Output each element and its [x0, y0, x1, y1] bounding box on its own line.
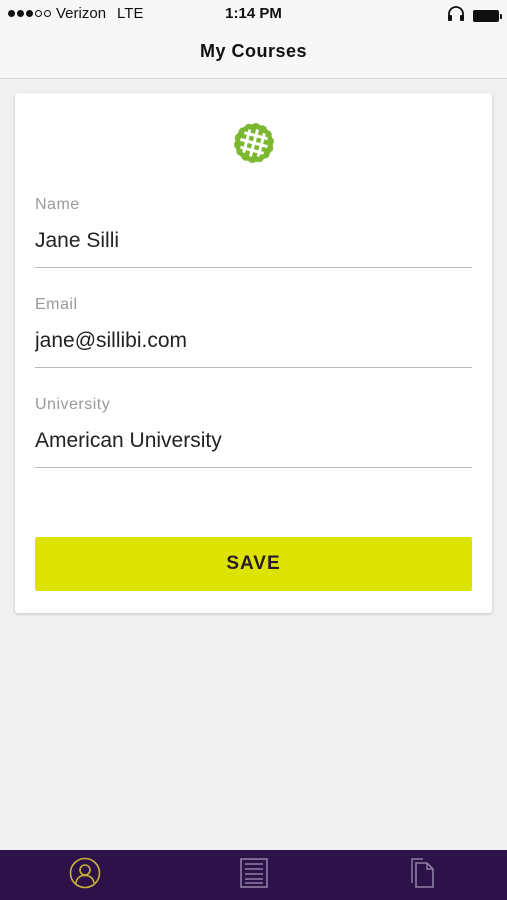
page-title: My Courses: [199, 41, 308, 61]
tab-bar: [0, 850, 507, 900]
documents-icon: [410, 857, 436, 894]
profile-card: Name Email University SAVE: [15, 93, 492, 613]
navigation-bar: My Courses: [0, 28, 507, 79]
headphones-icon: [447, 6, 465, 26]
name-field[interactable]: [35, 229, 472, 268]
university-label: University: [35, 396, 111, 413]
name-label: Name: [35, 196, 80, 213]
email-field[interactable]: [35, 329, 472, 368]
courses-list-icon: [239, 857, 269, 894]
tab-courses[interactable]: [169, 850, 338, 900]
app-logo-icon: [232, 121, 276, 165]
status-bar: Verizon LTE 1:14 PM: [0, 0, 507, 28]
email-field-group: Email: [35, 296, 472, 368]
status-right: [447, 6, 502, 26]
save-button[interactable]: SAVE: [35, 537, 472, 591]
battery-icon: [473, 10, 502, 22]
university-field[interactable]: [35, 429, 472, 468]
name-field-group: Name: [35, 196, 472, 268]
status-time: 1:14 PM: [225, 5, 282, 22]
tab-documents[interactable]: [338, 850, 507, 900]
tab-profile[interactable]: [0, 850, 169, 900]
email-label: Email: [35, 296, 78, 313]
university-field-group: University: [35, 396, 472, 468]
profile-icon: [69, 857, 101, 894]
